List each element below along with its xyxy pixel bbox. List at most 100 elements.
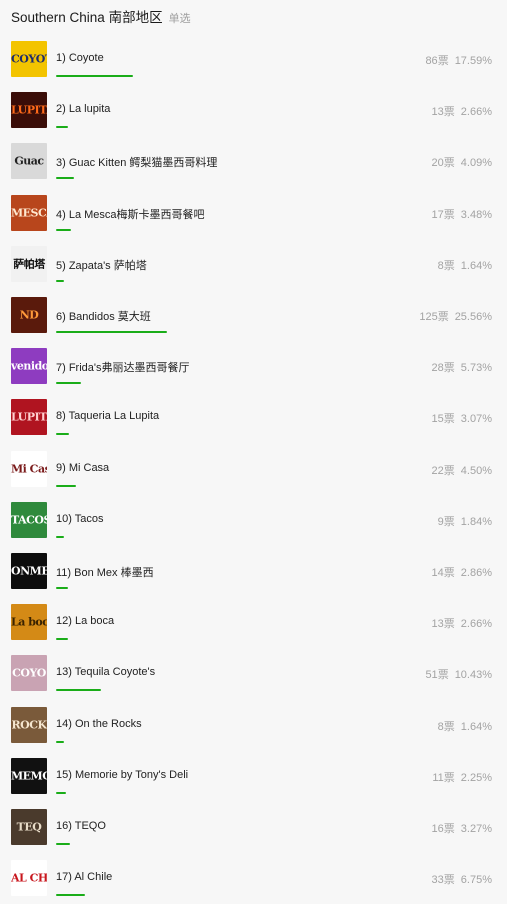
progress-bar [56, 535, 64, 538]
option-label: 13) Tequila Coyote's [56, 666, 156, 679]
progress-track [56, 126, 492, 129]
vote-unit: 票 [443, 771, 455, 784]
poll-option[interactable]: TACOS 10) Tacos 9票 1.84% [0, 501, 507, 553]
thumb-logo-text: La boca [11, 616, 47, 628]
option-vote-stats: 51票 10.43% [425, 666, 492, 682]
vote-percent: 2.66% [460, 618, 492, 631]
option-vote-stats: 8票 1.64% [438, 257, 492, 273]
vote-unit: 票 [443, 208, 455, 221]
progress-bar [56, 689, 101, 692]
poll-option[interactable]: LUPITA 2) La lupita 13票 2.66% [0, 92, 507, 143]
thumb-logo-text: LUPITA [11, 411, 47, 423]
thumb-logo-text: MESCA [11, 207, 47, 219]
vote-percent: 2.66% [460, 106, 492, 119]
option-label: 5) Zapata's 萨帕塔 [56, 259, 147, 272]
option-label: 10) Tacos [56, 512, 104, 525]
poll-option[interactable]: COYO 13) Tequila Coyote's 51票 10.43% [0, 655, 507, 706]
vote-unit: 票 [443, 157, 455, 170]
vote-count: 33 [431, 874, 444, 887]
poll-option[interactable]: Mi Casa 9) Mi Casa 22票 4.50% [0, 450, 507, 502]
poll-option[interactable]: LUPITA 8) Taqueria La Lupita 15票 3.07% [0, 399, 507, 450]
vote-count: 11 [432, 771, 444, 784]
poll-option[interactable]: TEQ 16) TEQO 16票 3.27% [0, 809, 507, 860]
poll-page: Southern China 南部地区 单选 COYOTE 1) Coyote 86… [0, 0, 507, 904]
thumb-logo-text: Guac [14, 155, 44, 167]
mi-casa-logo-icon: Mi Casa [11, 450, 47, 487]
progress-track [56, 382, 492, 385]
progress-track [56, 279, 492, 282]
poll-option[interactable]: MESCA 4) La Mesca梅斯卡墨西哥餐吧 17票 3.48% [0, 194, 507, 246]
thumb-logo-text: COYOTE [11, 53, 47, 65]
progress-bar [56, 382, 81, 385]
vote-unit: 票 [443, 874, 455, 887]
vote-unit: 票 [443, 567, 455, 579]
vote-count: 16 [431, 823, 444, 835]
memorie-logo-icon: MEMOR [11, 757, 47, 794]
coyote-logo-icon: COYOTE [11, 41, 47, 77]
poll-option[interactable]: venidos 7) Frida's弗丽达墨西哥餐厅 28票 5.73% [0, 348, 507, 399]
poll-option[interactable]: La boca 12) La boca 13票 2.66% [0, 604, 507, 655]
vote-percent: 1.64% [460, 259, 492, 272]
poll-option[interactable]: AL CHILE 17) Al Chile 33票 6.75% [0, 860, 507, 904]
option-label: 9) Mi Casa [56, 461, 110, 474]
option-vote-stats: 8票 1.64% [438, 718, 492, 734]
option-vote-stats: 11票 2.25% [432, 769, 492, 785]
poll-option[interactable]: ND 6) Bandidos 莫大班 125票 25.56% [0, 297, 507, 348]
poll-header: Southern China 南部地区 单选 [11, 6, 191, 26]
thumb-logo-text: LUPITA [11, 104, 47, 116]
guac-kitten-logo-icon: Guac [11, 143, 47, 180]
progress-bar [56, 740, 64, 743]
option-vote-stats: 125票 25.56% [419, 308, 492, 324]
poll-option[interactable]: 萨帕塔 5) Zapata's 萨帕塔 8票 1.64% [0, 245, 507, 297]
vote-count: 28 [431, 362, 444, 375]
vote-count: 15 [431, 413, 444, 426]
option-vote-stats: 22票 4.50% [432, 462, 492, 478]
progress-bar [56, 894, 85, 897]
progress-bar [56, 228, 71, 231]
option-label: 17) Al Chile [56, 871, 113, 884]
option-label: 6) Bandidos 莫大班 [56, 311, 151, 323]
progress-track [56, 791, 492, 794]
progress-track [56, 75, 492, 77]
option-vote-stats: 33票 6.75% [432, 871, 492, 887]
poll-option[interactable]: ONME 11) Bon Mex 棒墨西 14票 2.86% [0, 553, 507, 604]
option-vote-stats: 9票 1.84% [438, 513, 492, 529]
thumb-logo-text: venidos [11, 360, 47, 372]
progress-bar [56, 279, 64, 282]
progress-bar [56, 75, 133, 77]
option-label: 14) On the Rocks [56, 717, 142, 730]
poll-option[interactable]: COYOTE 1) Coyote 86票 17.59% [0, 41, 507, 92]
vote-count: 86 [425, 55, 438, 67]
vote-percent: 3.07% [460, 413, 492, 426]
progress-track [56, 535, 492, 538]
vote-count: 17 [431, 208, 444, 221]
option-label: 1) Coyote [56, 52, 104, 64]
option-label: 12) La boca [56, 615, 115, 628]
thumb-logo-text: ROCK [11, 719, 47, 731]
option-label: 7) Frida's弗丽达墨西哥餐厅 [56, 362, 190, 375]
al-chile-logo-icon: AL CHILE [11, 860, 47, 897]
vote-percent: 6.75% [460, 874, 492, 887]
vote-percent: 4.09% [460, 157, 492, 170]
vote-percent: 2.86% [460, 567, 492, 579]
la-mesca-sign-icon: MESCA [11, 194, 47, 231]
vote-count: 125 [419, 311, 438, 323]
vote-unit: 票 [443, 515, 455, 528]
vote-unit: 票 [443, 823, 455, 835]
vote-count: 13 [431, 106, 444, 119]
option-label: 8) Taqueria La Lupita [56, 410, 160, 423]
poll-option[interactable]: MEMOR 15) Memorie by Tony's Deli 11票 2.25% [0, 757, 507, 809]
progress-bar [56, 638, 68, 641]
bandidos-sign-icon: ND [11, 297, 47, 333]
vote-unit: 票 [437, 669, 449, 682]
poll-option[interactable]: Guac 3) Guac Kitten 鳄梨猫墨西哥料理 20票 4.09% [0, 143, 507, 194]
on-the-rocks-sign-icon: ROCK [11, 706, 47, 743]
progress-bar [56, 126, 68, 129]
vote-count: 20 [431, 157, 444, 170]
poll-option[interactable]: ROCK 14) On the Rocks 8票 1.64% [0, 706, 507, 758]
thumb-logo-text: TEQ [16, 821, 42, 833]
option-label: 16) TEQO [56, 820, 106, 832]
progress-bar [56, 587, 68, 589]
vote-count: 13 [431, 618, 444, 631]
vote-percent: 3.27% [460, 823, 492, 835]
